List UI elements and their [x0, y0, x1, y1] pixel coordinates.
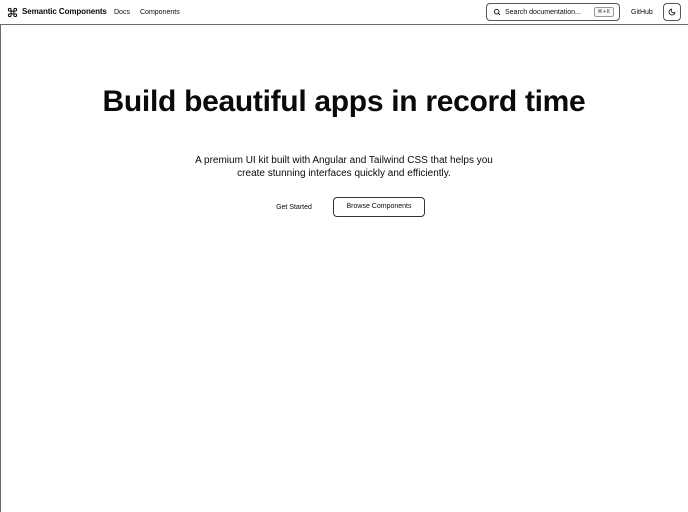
search-placeholder: Search documentation... [505, 8, 581, 16]
hero-subtitle: A premium UI kit built with Angular and … [195, 155, 493, 179]
brand-link[interactable]: Semantic Components [7, 6, 107, 18]
hero-title: Build beautiful apps in record time [102, 85, 586, 118]
command-icon [7, 7, 18, 18]
browse-components-button[interactable]: Browse Components [333, 197, 425, 217]
theme-toggle-button[interactable] [663, 3, 681, 21]
search-shortcut-badge: ⌘+K [593, 7, 614, 17]
search-icon [493, 8, 501, 16]
moon-icon [668, 8, 676, 16]
nav-link-docs[interactable]: Docs [114, 8, 130, 17]
github-link[interactable]: GitHub [631, 8, 653, 17]
get-started-button[interactable]: Get Started [264, 198, 324, 217]
nav-link-components[interactable]: Components [140, 8, 180, 17]
brand-name: Semantic Components [22, 7, 107, 16]
search-button[interactable]: Search documentation... ⌘+K [486, 3, 620, 21]
top-navbar: Semantic Components Docs Components Sear… [0, 0, 688, 25]
